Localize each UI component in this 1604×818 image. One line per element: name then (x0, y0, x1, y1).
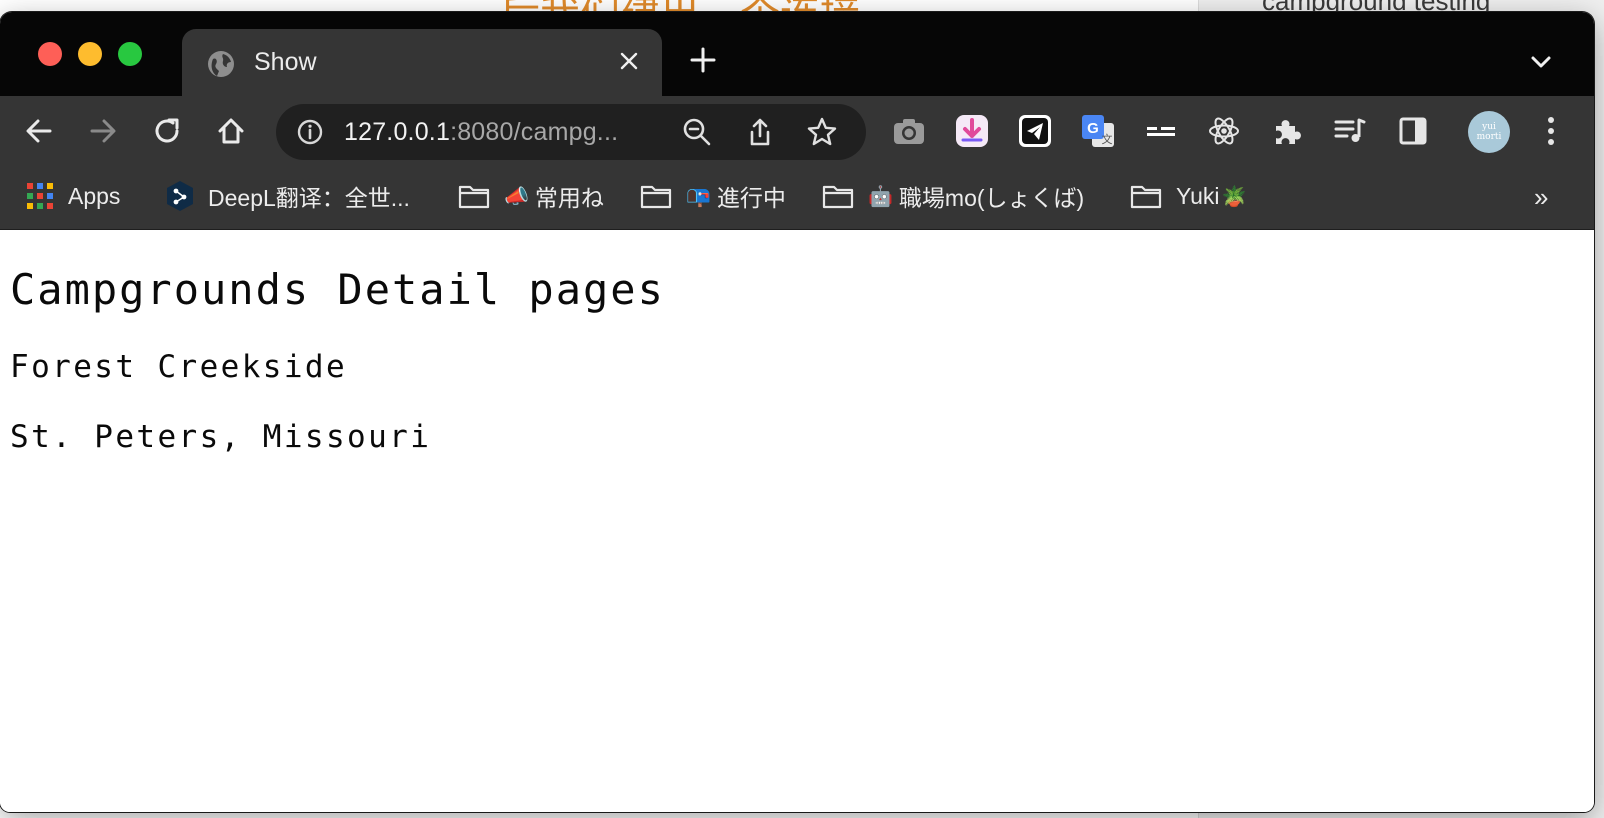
reload-icon (155, 118, 179, 143)
react-devtools-extension-button[interactable] (1205, 112, 1243, 150)
close-icon (620, 52, 638, 70)
folder-icon (640, 185, 672, 209)
bookmark-folder-workplace[interactable]: 🤖 職場mo(しょくば) (822, 176, 1084, 216)
folder-icon (1130, 185, 1162, 209)
robot-emoji-icon: 🤖 (868, 185, 893, 208)
svg-text:文: 文 (1102, 132, 1113, 146)
reading-list-icon (1334, 118, 1366, 142)
dash-icon (1147, 127, 1175, 136)
megaphone-emoji-icon: 📣 (504, 185, 529, 208)
downloader-extension-button[interactable] (953, 112, 991, 150)
bookmark-deepl[interactable]: DeepL翻译：全世... (166, 176, 410, 216)
page-content: Campgrounds Detail pages Forest Creeksid… (0, 231, 1594, 812)
url-path: :8080/campg... (450, 118, 619, 146)
side-panel-button[interactable] (1394, 112, 1432, 150)
reading-list-button[interactable] (1331, 112, 1369, 150)
bookmark-apps[interactable]: Apps (26, 176, 120, 216)
bookmark-folder-yuki[interactable]: Yuki 🪴 (1130, 176, 1252, 216)
bookmark-label: Apps (68, 182, 121, 209)
folder-icon (458, 185, 490, 209)
react-devtools-icon (1209, 117, 1239, 145)
zoom-out-icon[interactable] (681, 116, 713, 148)
deepl-icon (167, 181, 193, 211)
avatar-text-line-1: yui (1482, 122, 1496, 132)
folder-icon (822, 185, 854, 209)
forward-arrow-icon (90, 119, 116, 143)
extensions-button[interactable] (1268, 112, 1306, 150)
telegram-icon (1019, 115, 1051, 147)
page-heading: Campgrounds Detail pages (10, 265, 665, 314)
puzzle-extensions-icon (1276, 120, 1301, 144)
bookmark-label: Yuki (1176, 182, 1220, 209)
side-panel-icon (1399, 117, 1427, 145)
google-translate-icon: G文 (1082, 115, 1114, 147)
avatar-text-line-2: morti (1476, 132, 1502, 142)
kebab-menu-icon (1548, 117, 1554, 145)
tab-title: Show (254, 48, 317, 76)
minimize-window-button[interactable] (78, 42, 102, 66)
back-arrow-icon (26, 119, 52, 143)
url-text[interactable]: 127.0.0.1:8080/campg... (344, 118, 618, 147)
telegram-extension-button[interactable] (1016, 112, 1054, 150)
browser-menu-button[interactable] (1532, 112, 1570, 150)
navigation-toolbar: 127.0.0.1:8080/campg... G文 yui morti (0, 96, 1594, 166)
profile-avatar[interactable]: yui morti (1468, 111, 1510, 153)
close-tab-button[interactable] (612, 44, 646, 78)
bookmark-label: DeepL翻译：全世... (208, 185, 410, 211)
new-tab-button[interactable] (686, 43, 720, 77)
bookmark-folder-in-progress[interactable]: 📭 進行中 (640, 176, 786, 216)
bookmark-folder-common[interactable]: 📣 常用ね (458, 176, 604, 216)
mailbox-emoji-icon: 📭 (686, 185, 711, 208)
bookmark-label: 職場mo(しょくば) (898, 185, 1085, 211)
share-icon[interactable] (744, 116, 776, 148)
tab-search-chevron-icon[interactable] (1526, 50, 1556, 74)
plus-icon (690, 47, 716, 73)
home-icon (218, 118, 244, 144)
dash-extension-button[interactable] (1142, 112, 1180, 150)
address-bar[interactable]: 127.0.0.1:8080/campg... (276, 104, 866, 160)
campground-location: St. Peters, Missouri (10, 419, 432, 455)
info-icon[interactable] (296, 118, 324, 146)
zoom-window-button[interactable] (118, 42, 142, 66)
google-translate-extension-button[interactable]: G文 (1079, 112, 1117, 150)
forward-button[interactable] (84, 112, 122, 150)
tab-show[interactable]: Show (182, 29, 662, 96)
camera-icon (894, 119, 924, 144)
bookmarks-bar: Apps DeepL翻译：全世... 📣 常用ね 📭 進行中 🤖 職場mo(しょ… (0, 166, 1594, 230)
home-button[interactable] (212, 112, 250, 150)
campground-name: Forest Creekside (10, 349, 348, 385)
bookmark-label: 常用ね (534, 185, 604, 211)
browser-window: Show 127.0.0.1:8080/campg... G 文 yui mor… (0, 12, 1594, 812)
downloader-icon (956, 115, 988, 147)
url-host: 127.0.0.1 (344, 118, 451, 146)
avatar-text: yui morti (1477, 122, 1502, 142)
plant-emoji-icon: 🪴 (1221, 185, 1247, 208)
bookmark-star-icon[interactable] (806, 116, 838, 148)
bookmarks-overflow-button[interactable]: » (1534, 182, 1548, 213)
globe-icon (208, 51, 234, 77)
back-button[interactable] (20, 112, 58, 150)
bookmark-label: 進行中 (716, 185, 786, 211)
reload-button[interactable] (148, 112, 186, 150)
close-window-button[interactable] (38, 42, 62, 66)
apps-grid-icon (27, 183, 53, 209)
svg-text:G: G (1087, 120, 1099, 137)
title-bar: Show (0, 12, 1594, 96)
camera-extension-button[interactable] (890, 112, 928, 150)
